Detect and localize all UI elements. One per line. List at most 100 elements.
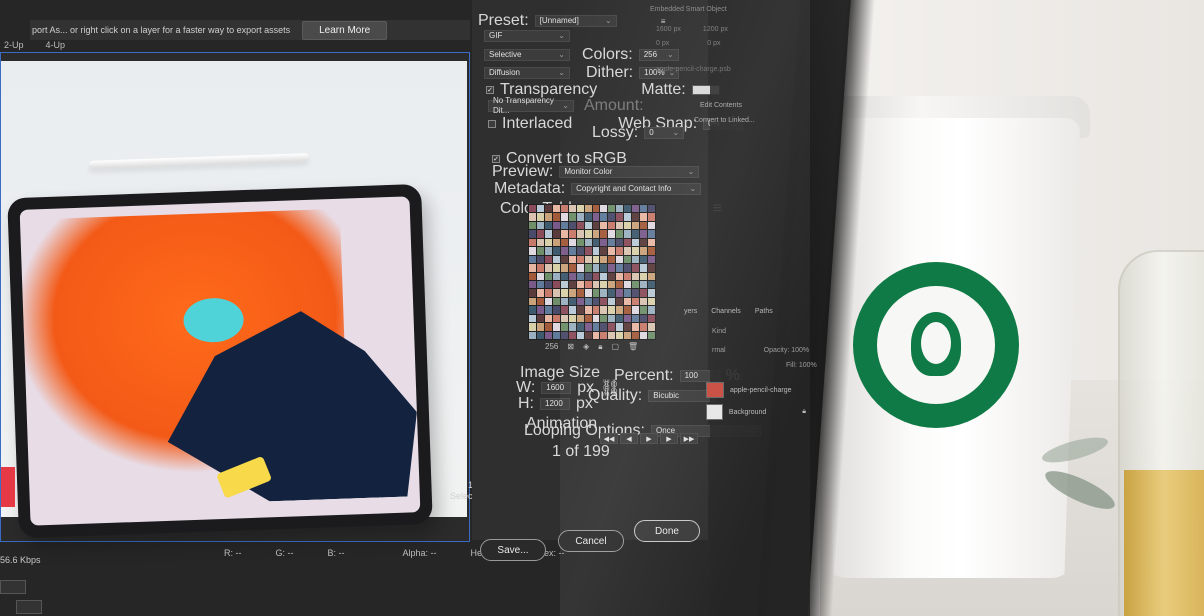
color-swatch[interactable] [544, 280, 552, 289]
color-swatch[interactable] [568, 255, 576, 264]
color-swatch[interactable] [536, 289, 544, 297]
color-swatch[interactable] [616, 247, 624, 255]
color-swatch[interactable] [544, 289, 552, 297]
color-swatch[interactable] [616, 238, 624, 247]
height-input[interactable]: 1200 [540, 398, 570, 410]
color-swatch[interactable] [648, 297, 655, 306]
preview-frame[interactable] [0, 52, 470, 542]
color-swatch[interactable] [616, 264, 624, 272]
save-button[interactable]: Save... [480, 539, 546, 561]
opacity-value[interactable]: Opacity: 100% [764, 347, 810, 354]
color-swatch[interactable] [552, 247, 560, 255]
color-swatch[interactable] [600, 289, 608, 297]
color-swatch[interactable] [632, 306, 640, 314]
color-swatch[interactable] [640, 238, 648, 247]
color-swatch[interactable] [624, 238, 632, 247]
play-icon[interactable]: ▶ [640, 433, 658, 444]
color-swatch[interactable] [560, 255, 568, 264]
color-swatch[interactable] [608, 323, 616, 331]
color-swatch[interactable] [536, 297, 544, 306]
color-swatch[interactable] [632, 230, 640, 238]
color-swatch[interactable] [584, 306, 592, 314]
color-swatch[interactable] [640, 289, 648, 297]
color-swatch[interactable] [568, 297, 576, 306]
color-swatch[interactable] [608, 238, 616, 247]
color-swatch[interactable] [624, 264, 632, 272]
color-swatch[interactable] [632, 272, 640, 280]
interlaced-checkbox[interactable] [488, 120, 496, 128]
color-swatch[interactable] [600, 323, 608, 331]
color-swatch[interactable] [624, 297, 632, 306]
color-swatch[interactable] [640, 331, 648, 339]
color-swatch[interactable] [608, 221, 616, 230]
color-swatch[interactable] [592, 289, 600, 297]
color-swatch[interactable] [529, 297, 536, 306]
color-swatch[interactable] [600, 264, 608, 272]
color-swatch[interactable] [616, 272, 624, 280]
color-swatch[interactable] [624, 213, 632, 221]
color-swatch[interactable] [608, 331, 616, 339]
color-swatch[interactable] [632, 331, 640, 339]
colors-select[interactable]: 256 [638, 49, 679, 61]
color-swatch[interactable] [592, 323, 600, 331]
color-swatch[interactable] [600, 297, 608, 306]
color-swatch[interactable] [560, 331, 568, 339]
preset-select[interactable]: [Unnamed] [534, 15, 617, 27]
color-swatch[interactable] [568, 289, 576, 297]
color-swatch[interactable] [624, 230, 632, 238]
color-swatch[interactable] [632, 247, 640, 255]
color-swatch[interactable] [536, 272, 544, 280]
done-button[interactable]: Done [634, 520, 700, 542]
color-swatch[interactable] [536, 255, 544, 264]
color-swatch[interactable] [624, 255, 632, 264]
prev-frame-icon[interactable]: ◀ [620, 433, 638, 444]
convert-srgb-checkbox[interactable]: ✓ [492, 155, 500, 163]
color-swatch[interactable] [576, 247, 584, 255]
color-swatch[interactable] [608, 314, 616, 323]
color-swatch[interactable] [608, 264, 616, 272]
color-swatch[interactable] [568, 306, 576, 314]
color-swatch[interactable] [584, 213, 592, 221]
last-frame-icon[interactable]: ▶▶ [680, 433, 698, 444]
color-swatch[interactable] [529, 221, 536, 230]
color-swatch[interactable] [648, 280, 655, 289]
color-swatch[interactable] [648, 230, 655, 238]
color-swatch[interactable] [529, 280, 536, 289]
image-view-dropdown[interactable] [16, 600, 42, 614]
color-swatch[interactable] [648, 221, 655, 230]
color-swatch[interactable] [640, 264, 648, 272]
color-swatch[interactable] [552, 314, 560, 323]
color-swatch[interactable] [560, 264, 568, 272]
color-swatch[interactable] [600, 255, 608, 264]
color-swatch[interactable] [648, 264, 655, 272]
color-swatch[interactable] [568, 230, 576, 238]
color-swatch[interactable] [592, 297, 600, 306]
color-swatch[interactable] [576, 205, 584, 213]
color-swatch[interactable] [624, 306, 632, 314]
color-swatch[interactable] [576, 221, 584, 230]
color-swatch[interactable] [616, 205, 624, 213]
color-swatch[interactable] [624, 205, 632, 213]
color-swatch[interactable] [536, 213, 544, 221]
color-swatch[interactable] [640, 205, 648, 213]
color-swatch[interactable] [544, 272, 552, 280]
layer-item[interactable]: apple-pencil-charge [706, 381, 806, 399]
color-swatch[interactable] [632, 264, 640, 272]
color-swatch[interactable] [624, 331, 632, 339]
new-color-icon[interactable]: ▢ [611, 342, 619, 352]
color-swatch[interactable] [576, 255, 584, 264]
color-swatch[interactable] [608, 289, 616, 297]
convert-linked-button[interactable]: Convert to Linked... [694, 117, 755, 124]
color-swatch[interactable] [608, 272, 616, 280]
tab-channels[interactable]: Channels [711, 308, 741, 315]
color-swatch[interactable] [529, 238, 536, 247]
color-swatch[interactable] [576, 289, 584, 297]
color-swatch[interactable] [592, 247, 600, 255]
color-swatch[interactable] [640, 272, 648, 280]
color-swatch[interactable] [632, 205, 640, 213]
color-swatch[interactable] [648, 247, 655, 255]
color-swatch[interactable] [584, 205, 592, 213]
color-swatch[interactable] [536, 264, 544, 272]
color-swatch[interactable] [576, 306, 584, 314]
color-swatch[interactable] [576, 264, 584, 272]
